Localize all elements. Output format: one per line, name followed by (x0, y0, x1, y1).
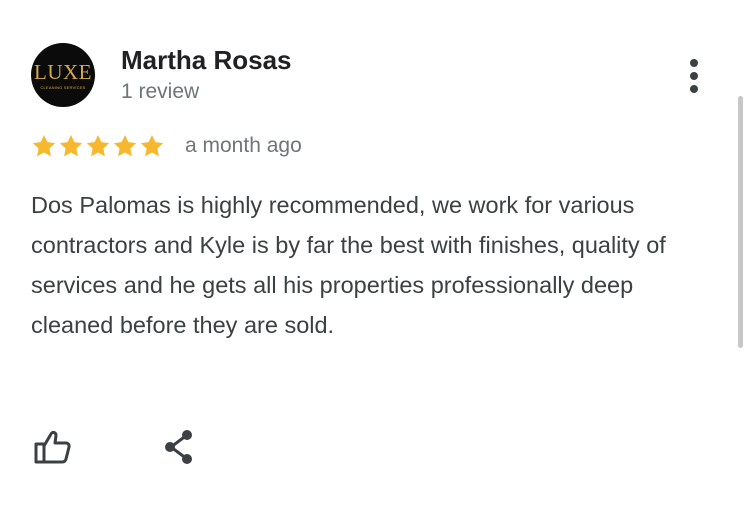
review-time: a month ago (185, 134, 302, 157)
like-button[interactable] (31, 426, 73, 468)
more-vert-icon (690, 59, 698, 93)
star-rating (31, 133, 165, 159)
share-icon (165, 430, 192, 464)
star-icon (86, 134, 110, 157)
scrollbar[interactable] (738, 96, 743, 348)
avatar[interactable]: LUXE CLEANING SERVICES (31, 43, 95, 107)
avatar-logo-subtitle: CLEANING SERVICES (40, 85, 86, 90)
more-options-button[interactable] (678, 54, 710, 98)
star-icon (140, 134, 164, 157)
reviewer-review-count[interactable]: 1 review (121, 79, 199, 105)
share-button[interactable] (158, 426, 200, 468)
star-icon (113, 134, 137, 157)
thumb-up-icon (34, 430, 71, 464)
reviewer-name[interactable]: Martha Rosas (121, 44, 292, 76)
review-text: Dos Palomas is highly recommended, we wo… (31, 192, 666, 338)
avatar-logo: LUXE (34, 60, 92, 84)
star-icon (59, 134, 83, 157)
star-icon (32, 134, 56, 157)
